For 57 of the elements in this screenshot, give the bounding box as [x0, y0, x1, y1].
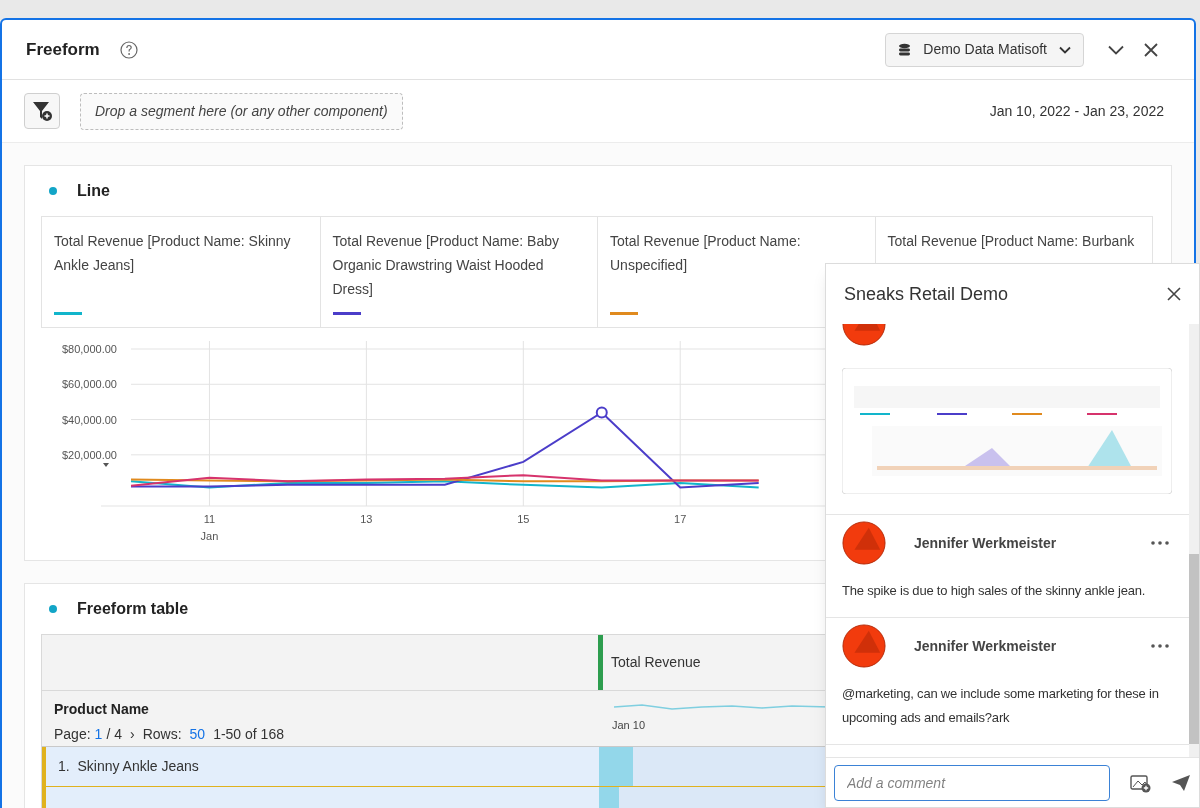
y-tick-label: $60,000.00	[61, 378, 117, 391]
legend-swatch	[54, 312, 82, 315]
y-tick-label: $20,000.00	[61, 448, 117, 461]
rows-label: Rows:	[142, 725, 182, 744]
legend-label: Total Revenue [Product Name: Skinny Ankle Jeans]	[54, 232, 292, 275]
more-icon	[1151, 644, 1169, 648]
scrollbar[interactable]	[1189, 324, 1199, 757]
page-total: / 4	[106, 725, 122, 744]
add-segment-filter-button[interactable]	[24, 93, 60, 129]
avatar	[842, 521, 886, 565]
card-title: Freeform table	[77, 599, 189, 619]
comments-panel-title: Sneaks Retail Demo	[844, 282, 1009, 306]
database-icon	[898, 42, 912, 57]
legend-swatch	[610, 312, 638, 315]
row-label[interactable]: 1. Skinny Ankle Jeans	[58, 756, 199, 777]
comment-author: Jennifer Werkmeister	[914, 636, 1057, 656]
x-axis-label: Jan	[200, 530, 219, 542]
close-icon[interactable]	[1144, 42, 1158, 57]
rows-link[interactable]: 50	[189, 724, 206, 745]
segment-drop-zone[interactable]: Drop a segment here (or any other component)	[80, 92, 403, 130]
sparkline-date: Jan 10	[612, 718, 647, 733]
pagination-label: Page:	[54, 725, 91, 744]
comment-input[interactable]: Add a comment	[834, 764, 1110, 801]
x-tick-label: 17	[674, 513, 687, 525]
page-link[interactable]: 1	[94, 724, 103, 745]
card-title: Line	[77, 181, 110, 201]
point-marker	[595, 406, 608, 419]
add-image-icon[interactable]	[1130, 772, 1152, 793]
column-handle[interactable]	[598, 635, 603, 690]
y-tick-label: $40,000.00	[61, 413, 117, 426]
comment-author: Jennifer Werkmeister	[914, 533, 1057, 553]
legend-label: Total Revenue [Product Name: Burbank	[887, 232, 1136, 251]
avatar	[842, 624, 886, 668]
x-tick-label: 13	[360, 513, 373, 525]
data-source-dropdown[interactable]: Demo Data Matisoft	[885, 32, 1084, 67]
y-tick-label: $80,000.00	[61, 343, 117, 355]
next-page-button[interactable]: ›	[129, 724, 135, 745]
x-tick-label: 11	[203, 513, 216, 525]
x-tick-label: 15	[517, 513, 530, 525]
collapse-icon[interactable]	[1108, 44, 1124, 55]
column-header[interactable]: Total Revenue	[611, 652, 701, 673]
date-range[interactable]: Jan 10, 2022 - Jan 23, 2022	[989, 100, 1164, 122]
comment-text: @marketing, can we include some marketing for these in upcoming ads and emails?ark	[841, 685, 1160, 727]
legend-label: Total Revenue [Product Name: Unspecified]	[610, 232, 802, 275]
chevron-down-icon	[1059, 45, 1071, 54]
legend-label: Total Revenue [Product Name: Baby Organic Drawstring Waist Hooded Dress]	[332, 232, 560, 299]
legend-swatch	[332, 312, 361, 315]
axis-marker-icon	[103, 463, 109, 467]
panel-title: Freeform	[26, 38, 100, 61]
close-icon[interactable]	[1167, 287, 1181, 301]
send-icon[interactable]	[1171, 773, 1191, 792]
dimension-header: Product Name	[54, 700, 150, 719]
filter-add-icon	[31, 100, 53, 122]
help-icon[interactable]	[119, 40, 138, 59]
comment-text: The spike is due to high sales of the skinny ankle jean.	[841, 582, 1147, 600]
more-icon	[1151, 541, 1169, 545]
row-range: 1-50 of 168	[213, 725, 284, 744]
